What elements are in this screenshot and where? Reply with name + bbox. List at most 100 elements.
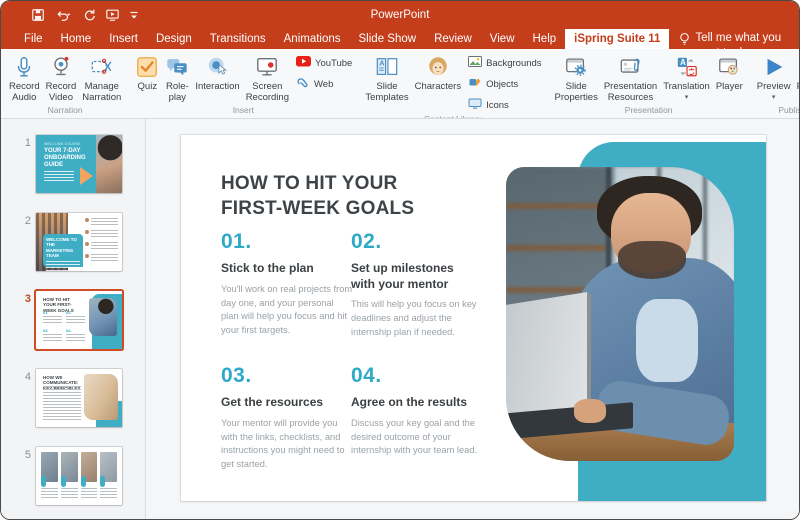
interaction-button[interactable]: Interaction bbox=[192, 51, 242, 93]
tab-review[interactable]: Review bbox=[425, 29, 481, 49]
record-audio-button[interactable]: Record Audio bbox=[6, 51, 43, 103]
slide-number: 4 bbox=[17, 371, 31, 427]
preview-dropdown-caret[interactable]: ▾ bbox=[772, 94, 776, 101]
quiz-button[interactable]: Quiz bbox=[132, 51, 162, 93]
slide-thumbnail-5[interactable] bbox=[36, 447, 122, 505]
screen-recording-button[interactable]: Screen Recording bbox=[243, 51, 292, 103]
redo-icon[interactable] bbox=[82, 8, 96, 22]
item-body: Discuss your key goal and the desired ou… bbox=[351, 417, 483, 459]
tell-me-search[interactable]: Tell me what you want to do bbox=[669, 29, 799, 49]
thumb1-title: YOUR 7-DAY ONBOARDING GUIDE bbox=[44, 148, 88, 169]
thumbnail-row-1: 1 WELCOME COURSE YOUR 7-DAY ONBOARDING G… bbox=[1, 135, 145, 193]
undo-icon[interactable] bbox=[54, 8, 73, 22]
group-label-insert: Insert bbox=[132, 105, 354, 118]
screen-recording-icon bbox=[255, 53, 279, 80]
group-label-presentation: Presentation bbox=[552, 105, 746, 118]
translation-icon: A bbox=[675, 53, 699, 80]
record-video-button[interactable]: Record Video bbox=[43, 51, 80, 103]
preview-button[interactable]: Preview ▾ bbox=[754, 51, 794, 101]
slide-template-icon: A bbox=[375, 53, 399, 80]
thumb3-items: 01. 02. 03. 04. bbox=[43, 310, 85, 342]
touch-interaction-icon bbox=[206, 53, 230, 80]
item-heading: Get the resources bbox=[221, 395, 341, 411]
thumb1-kicker: WELCOME COURSE bbox=[44, 142, 81, 146]
start-slideshow-icon[interactable] bbox=[105, 8, 120, 22]
thumb4-text-lines bbox=[43, 386, 81, 420]
slide-item-4[interactable]: 04. Agree on the results Discuss your ke… bbox=[351, 364, 516, 472]
slide-thumbnail-3-selected[interactable]: HOW TO HIT YOUR FIRST-WEEK GOALS 01. 02.… bbox=[36, 291, 122, 349]
translation-dropdown-caret[interactable]: ▾ bbox=[685, 94, 689, 101]
slide-item-3[interactable]: 03. Get the resources Your mentor will p… bbox=[221, 364, 351, 472]
slide-photo[interactable] bbox=[506, 167, 734, 461]
webcam-icon bbox=[49, 53, 73, 80]
tab-design[interactable]: Design bbox=[147, 29, 201, 49]
publish-button[interactable]: Publish bbox=[794, 51, 799, 93]
icons-display-icon bbox=[468, 96, 482, 114]
youtube-button[interactable]: YouTube bbox=[296, 54, 352, 72]
item-number: 03. bbox=[221, 364, 351, 388]
tab-ispring-suite[interactable]: iSpring Suite 11 bbox=[565, 29, 669, 49]
thumb4-photo bbox=[84, 374, 118, 420]
resources-paperclip-icon bbox=[619, 53, 643, 80]
role-play-button[interactable]: Role-play bbox=[162, 51, 192, 103]
thumb3-photo bbox=[89, 298, 117, 336]
current-slide[interactable]: HOW TO HIT YOUR FIRST-WEEK GOALS 01. Sti… bbox=[181, 135, 766, 501]
slide-number: 3 bbox=[17, 293, 31, 349]
slide-thumbnail-4[interactable]: HOW WE COMMUNICATE: KEY PRINCIPLES bbox=[36, 369, 122, 427]
manage-narration-button[interactable]: Manage Narration bbox=[79, 51, 124, 103]
tab-file[interactable]: File bbox=[15, 29, 52, 49]
slide-thumbnail-1[interactable]: WELCOME COURSE YOUR 7-DAY ONBOARDING GUI… bbox=[36, 135, 122, 193]
thumb2-people-list bbox=[85, 218, 118, 266]
backgrounds-picture-icon bbox=[468, 54, 482, 72]
slide-properties-gear-icon bbox=[564, 53, 588, 80]
objects-shapes-icon bbox=[468, 75, 482, 93]
characters-button[interactable]: Characters bbox=[412, 51, 464, 93]
slide-title[interactable]: HOW TO HIT YOUR FIRST-WEEK GOALS bbox=[221, 171, 431, 222]
thumb1-text-lines bbox=[44, 171, 74, 183]
slide-templates-button[interactable]: A Slide Templates bbox=[362, 51, 411, 103]
slide-properties-button[interactable]: Slide Properties bbox=[552, 51, 601, 103]
tab-home[interactable]: Home bbox=[52, 29, 101, 49]
slide-canvas-area[interactable]: HOW TO HIT YOUR FIRST-WEEK GOALS 01. Sti… bbox=[146, 119, 799, 519]
svg-text:A: A bbox=[379, 58, 385, 67]
group-label-narration: Narration bbox=[6, 105, 124, 118]
ribbon-group-presentation: Slide Properties Presentation Resources … bbox=[550, 51, 748, 118]
item-heading: Agree on the results bbox=[351, 395, 471, 411]
slide-items: 01. Stick to the plan You'll work on rea… bbox=[221, 230, 516, 472]
item-body: You'll work on real projects from day on… bbox=[221, 283, 353, 339]
slide-item-2[interactable]: 02. Set up milestones with your mentor T… bbox=[351, 230, 516, 340]
presentation-resources-button[interactable]: Presentation Resources bbox=[601, 51, 660, 103]
tab-insert[interactable]: Insert bbox=[100, 29, 147, 49]
workspace: 1 WELCOME COURSE YOUR 7-DAY ONBOARDING G… bbox=[1, 119, 799, 519]
narration-editor-icon bbox=[90, 53, 114, 80]
translation-button[interactable]: A Translation ▾ bbox=[660, 51, 713, 101]
slide-number: 2 bbox=[17, 215, 31, 271]
tell-me-label: Tell me what you want to do bbox=[695, 31, 799, 49]
slide-item-1[interactable]: 01. Stick to the plan You'll work on rea… bbox=[221, 230, 351, 340]
ribbon-group-narration: Record Audio Record Video Manage Narrati… bbox=[4, 51, 126, 118]
item-number: 04. bbox=[351, 364, 516, 388]
thumb2-title: WELCOME TO THE MARKETING TEAM bbox=[46, 237, 80, 259]
item-number: 02. bbox=[351, 230, 516, 254]
slide-thumbnail-panel[interactable]: 1 WELCOME COURSE YOUR 7-DAY ONBOARDING G… bbox=[1, 119, 146, 519]
quick-access-toolbar bbox=[1, 8, 139, 22]
thumb1-photo bbox=[96, 135, 122, 193]
tab-animations[interactable]: Animations bbox=[275, 29, 350, 49]
tab-transitions[interactable]: Transitions bbox=[201, 29, 275, 49]
icons-button[interactable]: Icons bbox=[468, 96, 541, 114]
objects-button[interactable]: Objects bbox=[468, 75, 541, 93]
ribbon-tab-bar: File Home Insert Design Transitions Anim… bbox=[1, 29, 799, 49]
customize-qat-icon[interactable] bbox=[129, 9, 139, 21]
chat-bubbles-icon bbox=[165, 53, 189, 80]
save-icon[interactable] bbox=[31, 8, 45, 22]
item-heading: Stick to the plan bbox=[221, 261, 341, 277]
player-button[interactable]: Player bbox=[713, 51, 746, 93]
web-button[interactable]: Web bbox=[296, 75, 352, 93]
slide-thumbnail-2[interactable]: WELCOME TO THE MARKETING TEAM bbox=[36, 213, 122, 271]
lightbulb-icon bbox=[679, 32, 690, 46]
tab-view[interactable]: View bbox=[481, 29, 524, 49]
tab-slide-show[interactable]: Slide Show bbox=[350, 29, 426, 49]
tab-help[interactable]: Help bbox=[524, 29, 566, 49]
backgrounds-button[interactable]: Backgrounds bbox=[468, 54, 541, 72]
ribbon-group-publish: Preview ▾ Publish Publish bbox=[752, 51, 799, 118]
